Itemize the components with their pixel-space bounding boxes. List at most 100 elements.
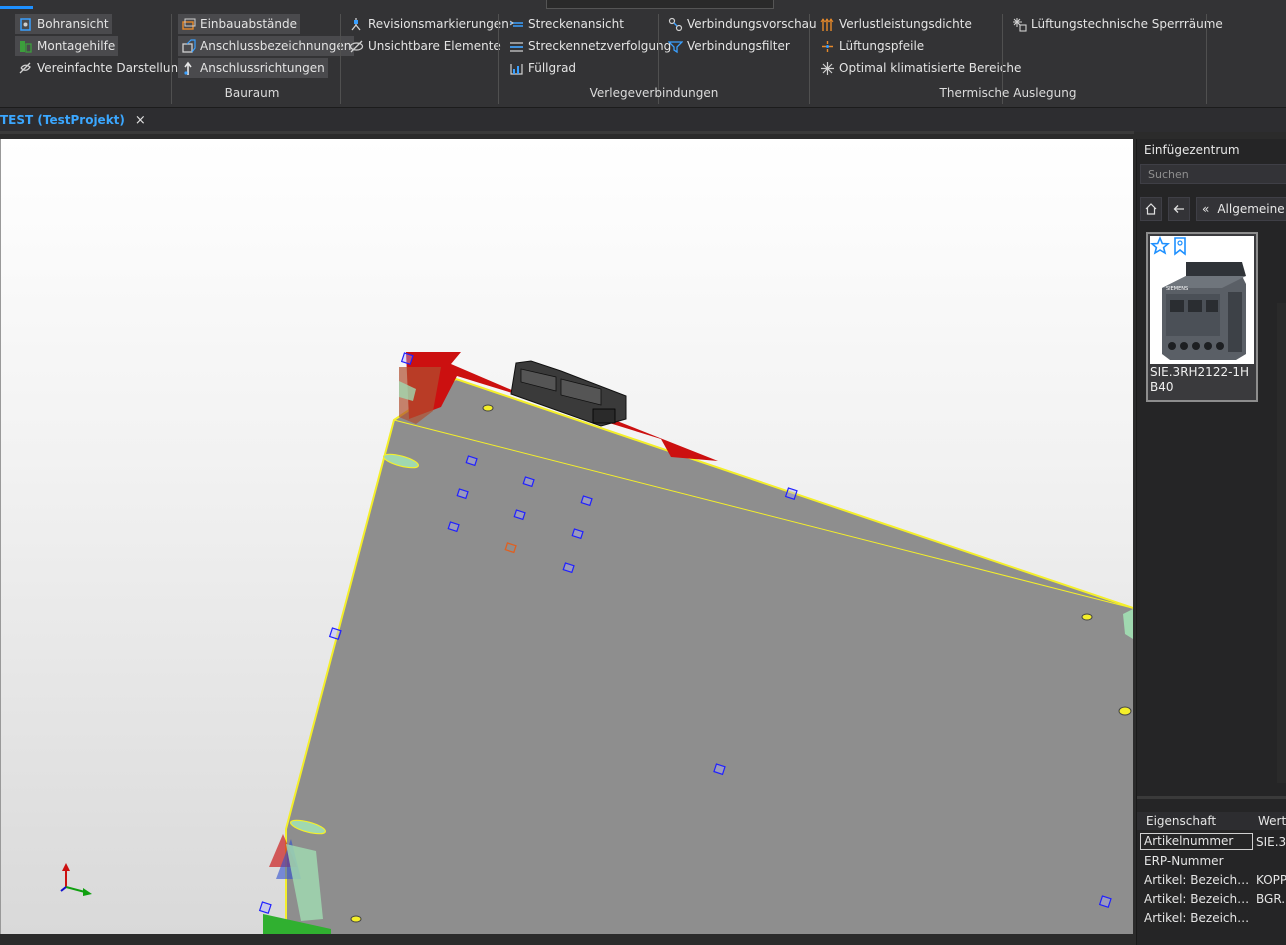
home-icon [1145, 203, 1157, 215]
ribbon-group-thermische-auslegung-label: Thermische Auslegung [939, 86, 1077, 100]
close-icon[interactable]: × [135, 113, 146, 128]
hidden-elements-icon [349, 40, 364, 52]
fuellgrad-label: Füllgrad [528, 61, 577, 75]
document-tab[interactable]: TEST (TestProjekt) × [0, 108, 154, 132]
star-icon[interactable] [1150, 236, 1170, 256]
document-tab-strip: TEST (TestProjekt) × [0, 108, 1286, 132]
ribbon-group-bauraum-label: Bauraum [224, 86, 280, 100]
optimal-klimatisierte-bereiche-button[interactable]: Optimal klimatisierte Bereiche [817, 58, 1024, 78]
drill-view-icon [20, 17, 31, 31]
lueftungspfeile-label: Lüftungspfeile [839, 39, 925, 53]
properties-header-value: Wert [1258, 814, 1286, 828]
insertion-center-panel: Einfügezentrum Suchen « Allgemeine SIEME… [1136, 139, 1286, 945]
properties-header: Eigenschaft Wert [1137, 812, 1286, 830]
anschlussbezeichnungen-label: Anschlussbezeichnungen [200, 39, 352, 53]
bookmark-icon[interactable] [1172, 236, 1188, 256]
home-button[interactable] [1140, 197, 1162, 221]
property-key: Artikelnummer [1140, 833, 1253, 850]
ribbon-separator [1206, 14, 1207, 104]
property-key: Artikel: Bezeichnu... [1144, 873, 1252, 887]
lueftungspfeile-button[interactable]: Lüftungspfeile [817, 36, 927, 56]
property-value: BGR. S [1256, 892, 1286, 906]
property-row[interactable]: Artikelnummer SIE.3R [1137, 833, 1286, 852]
bohransicht-button[interactable]: Bohransicht [15, 14, 112, 34]
search-input[interactable]: Suchen [1140, 164, 1286, 184]
arrow-left-icon [1173, 205, 1184, 213]
einbauabstaende-button[interactable]: Einbauabstände [178, 14, 300, 34]
verbindungsfilter-button[interactable]: Verbindungsfilter [665, 36, 793, 56]
status-bar [0, 935, 1286, 945]
revision-markers-icon [351, 17, 361, 30]
verbindungsvorschau-label: Verbindungsvorschau [687, 17, 817, 31]
climatized-areas-icon [821, 61, 834, 75]
ribbon: Bohransicht Montagehilfe Vereinfachte Da… [0, 0, 1286, 108]
ribbon-separator [340, 14, 341, 104]
streckennetzverfolgung-label: Streckennetzverfolgung [528, 39, 672, 53]
property-key: ERP-Nummer [1144, 854, 1224, 868]
properties-header-key: Eigenschaft [1146, 814, 1217, 828]
ribbon-tab-strip [0, 0, 1286, 9]
document-tab-label: TEST (TestProjekt) [0, 113, 125, 127]
terminal-directions-icon [184, 61, 192, 75]
ribbon-group-verlegeverbindungen-label: Verlegeverbindungen [589, 86, 719, 100]
property-row[interactable]: Artikel: Bezeichnu... BGR. S [1137, 890, 1286, 909]
property-row[interactable]: ERP-Nummer [1137, 852, 1286, 871]
property-value: SIE.3R [1256, 835, 1286, 849]
fill-level-icon [510, 63, 523, 75]
bohransicht-label: Bohransicht [37, 17, 109, 31]
breadcrumb[interactable]: « Allgemeine [1196, 197, 1286, 221]
plate-hole [1081, 613, 1093, 621]
3d-viewport[interactable] [0, 139, 1133, 934]
axis-triad [60, 863, 92, 896]
vereinfachte-darstellung-label: Vereinfachte Darstellung [37, 61, 186, 75]
anschlussbezeichnungen-button[interactable]: Anschlussbezeichnungen [178, 36, 355, 56]
streckennetzverfolgung-button[interactable]: Streckennetzverfolgung [506, 36, 674, 56]
active-ribbon-tab-indicator [0, 6, 33, 9]
component-tile[interactable]: SIEMENS SIE.3RH2122-1HB40 [1146, 232, 1258, 402]
anschlussrichtungen-label: Anschlussrichtungen [200, 61, 325, 75]
unsichtbare-elemente-button[interactable]: Unsichtbare Elemente [346, 36, 504, 56]
verlustleistungsdichte-button[interactable]: Verlustleistungsdichte [817, 14, 975, 34]
unsichtbare-elemente-label: Unsichtbare Elemente [368, 39, 501, 53]
viewport-scene[interactable] [1, 139, 1133, 934]
panel-splitter[interactable] [1137, 796, 1286, 799]
brand-label: SIEMENS [1166, 286, 1188, 292]
plate-hole [1118, 706, 1132, 716]
anschlussrichtungen-button[interactable]: Anschlussrichtungen [178, 58, 328, 78]
optimal-klimatisierte-bereiche-label: Optimal klimatisierte Bereiche [839, 61, 1022, 75]
property-key: Artikel: Bezeichnu... [1144, 892, 1252, 906]
property-row[interactable]: Artikel: Bezeichnu... KOPP [1137, 871, 1286, 890]
connection-preview-icon [668, 17, 683, 31]
insertion-center-title: Einfügezentrum [1144, 143, 1240, 157]
route-network-tracing-icon [510, 41, 523, 52]
lueftungstechnische-sperrraeume-button[interactable]: Lüftungstechnische Sperrräume [1009, 14, 1226, 34]
route-view-icon [509, 20, 523, 27]
ribbon-search-box[interactable] [546, 0, 774, 9]
property-value: KOPP [1256, 873, 1286, 887]
back-button[interactable] [1168, 197, 1190, 221]
revisionsmarkierungen-label: Revisionsmarkierungen [368, 17, 509, 31]
montagehilfe-label: Montagehilfe [37, 39, 116, 53]
property-row[interactable]: Artikel: Bezeichnu... [1137, 909, 1286, 928]
vereinfachte-darstellung-button[interactable]: Vereinfachte Darstellung [15, 58, 189, 78]
scrollbar[interactable] [1277, 303, 1286, 783]
installation-clearance-icon [182, 18, 196, 30]
breadcrumb-label: Allgemeine [1217, 202, 1285, 216]
component-tile-label: SIE.3RH2122-1HB40 [1150, 365, 1250, 394]
verlustleistungsdichte-label: Verlustleistungsdichte [839, 17, 972, 31]
ventilation-arrows-icon [822, 40, 833, 52]
fuellgrad-button[interactable]: Füllgrad [506, 58, 579, 78]
montagehilfe-button[interactable]: Montagehilfe [15, 36, 119, 56]
chevron-double-left-icon[interactable]: « [1202, 202, 1209, 216]
connection-filter-icon [668, 40, 683, 53]
verbindungsfilter-label: Verbindungsfilter [687, 39, 790, 53]
einbauabstaende-label: Einbauabstände [200, 17, 297, 31]
tab-underline [0, 131, 1134, 134]
plate-hole [350, 915, 362, 923]
assembly-aid-icon [20, 40, 32, 53]
streckenansicht-label: Streckenansicht [528, 17, 624, 31]
verbindungsvorschau-button[interactable]: Verbindungsvorschau [665, 14, 820, 34]
revisionsmarkierungen-button[interactable]: Revisionsmarkierungen [346, 14, 512, 34]
terminal-designations-icon [182, 38, 196, 53]
streckenansicht-button[interactable]: Streckenansicht [506, 14, 627, 34]
